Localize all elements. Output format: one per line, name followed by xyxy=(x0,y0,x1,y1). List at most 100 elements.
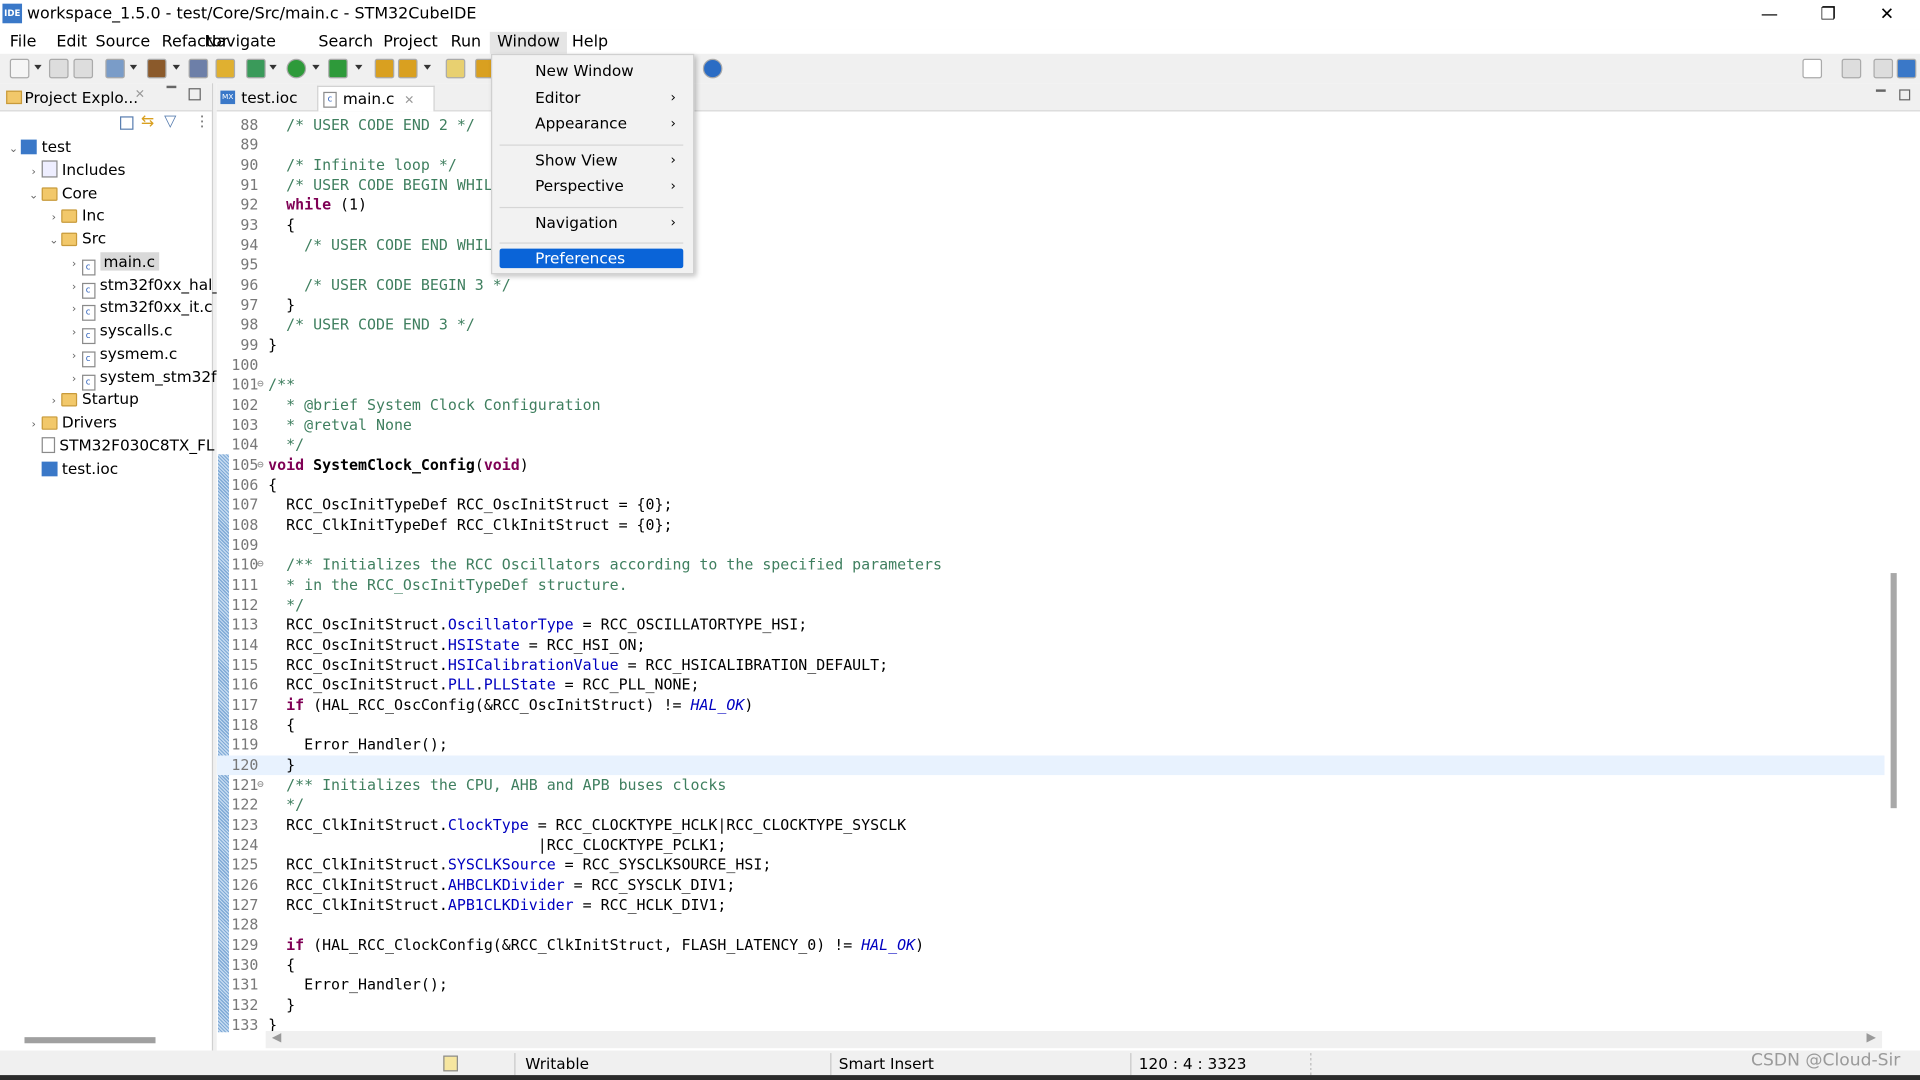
search-icon[interactable] xyxy=(1802,58,1823,79)
code-line[interactable]: 115 RCC_OscInitStruct.HSICalibrationValu… xyxy=(217,655,1885,675)
close-button[interactable]: ✕ xyxy=(1859,2,1915,26)
code-line[interactable]: 127 RCC_ClkInitStruct.APB1CLKDivider = R… xyxy=(217,895,1885,915)
code-line[interactable]: 98 /* USER CODE END 3 */ xyxy=(217,315,1885,335)
code-line[interactable]: 128 xyxy=(217,915,1885,935)
dropdown-arrow-icon[interactable] xyxy=(129,64,138,70)
code-line[interactable]: 111 * in the RCC_OscInitTypeDef structur… xyxy=(217,575,1885,595)
code-line[interactable]: 99} xyxy=(217,335,1885,355)
menu-item-preferences[interactable]: Preferences xyxy=(499,248,684,269)
code-line[interactable]: 97 } xyxy=(217,295,1885,315)
code-line[interactable]: 126 RCC_ClkInitStruct.AHBCLKDivider = RC… xyxy=(217,875,1885,895)
code-line[interactable]: 132 } xyxy=(217,995,1885,1015)
chevron-right-icon[interactable]: › xyxy=(67,276,82,298)
save-icon[interactable] xyxy=(48,58,69,79)
chevron-right-icon[interactable]: › xyxy=(47,391,62,413)
menu-item-editor[interactable]: Editor › xyxy=(500,88,684,108)
code-area[interactable]: 88 /* USER CODE END 2 */89 90 /* Infinite… xyxy=(216,115,1885,1033)
open-perspective-icon[interactable] xyxy=(1841,58,1862,79)
tree-item-stm32f030c8tx-fl[interactable]: STM32F030C8TX_FL xyxy=(26,434,214,456)
fold-toggle-icon[interactable]: ⊖ xyxy=(257,555,264,575)
debug-icon[interactable] xyxy=(246,58,266,79)
menu-window[interactable]: Window xyxy=(489,31,568,54)
fold-toggle-icon[interactable]: ⊖ xyxy=(257,375,264,395)
tree-item-src[interactable]: ⌄ Src xyxy=(47,228,106,250)
menu-item-perspective[interactable]: Perspective › xyxy=(500,176,684,196)
fold-toggle-icon[interactable]: ⊖ xyxy=(257,455,264,475)
tree-item-stm32f0xx-hal-[interactable]: › c stm32f0xx_hal_ xyxy=(67,274,220,299)
editor-horizontal-scrollbar[interactable]: ◀ ▶ xyxy=(265,1031,1883,1049)
code-line[interactable]: 100 xyxy=(217,355,1885,375)
code-line[interactable]: 121 ⊖ /** Initializes the CPU, AHB and AP… xyxy=(217,775,1885,795)
minimize-button[interactable]: — xyxy=(1741,2,1797,26)
scroll-left-icon[interactable]: ◀ xyxy=(272,1031,281,1044)
code-line[interactable]: 114 RCC_OscInitStruct.HSIState = RCC_HSI… xyxy=(217,635,1885,655)
tree-item-syscalls-c[interactable]: › c syscalls.c xyxy=(67,320,172,345)
code-line[interactable]: 120 } xyxy=(216,754,1885,775)
cpp-perspective-icon[interactable] xyxy=(1873,58,1894,79)
tab-main-c[interactable]: c main.c ✕ xyxy=(317,85,435,112)
code-line[interactable]: 103 * @retval None xyxy=(217,415,1885,435)
menu-item-navigation[interactable]: Navigation › xyxy=(500,212,684,232)
save-all-icon[interactable] xyxy=(73,58,94,79)
menu-item-appearance[interactable]: Appearance › xyxy=(500,114,684,134)
tree-item-core[interactable]: ⌄ Core xyxy=(26,182,97,204)
code-line[interactable]: 88 /* USER CODE END 2 */ xyxy=(217,115,1885,135)
code-line[interactable]: 102 * @brief System Clock Configuration xyxy=(217,395,1885,415)
info-icon[interactable] xyxy=(702,58,723,79)
tree-item-test-ioc[interactable]: test.ioc xyxy=(26,457,118,479)
dropdown-arrow-icon[interactable] xyxy=(423,64,432,70)
code-line[interactable]: 108 RCC_ClkInitTypeDef RCC_ClkInitStruct… xyxy=(217,515,1885,535)
dropdown-arrow-icon[interactable] xyxy=(355,64,363,70)
code-line[interactable]: 107 RCC_OscInitTypeDef RCC_OscInitStruct… xyxy=(217,495,1885,515)
maximize-view-icon[interactable] xyxy=(188,88,201,101)
external-tools-icon[interactable] xyxy=(328,58,348,79)
chevron-down-icon[interactable]: ⌄ xyxy=(26,184,41,206)
menu-item-new-window[interactable]: New Window xyxy=(500,61,684,81)
explorer-tab-title[interactable]: Project Explo... xyxy=(24,88,138,106)
new-icon[interactable] xyxy=(9,58,30,79)
menu-project[interactable]: Project xyxy=(376,32,445,54)
scroll-right-icon[interactable]: ▶ xyxy=(1866,1031,1875,1044)
code-line[interactable]: 90 /* Infinite loop */ xyxy=(217,155,1885,175)
menu-source[interactable]: Source xyxy=(88,32,157,54)
open-folder-icon[interactable] xyxy=(374,58,395,79)
minimize-editor-icon[interactable] xyxy=(1875,89,1886,92)
menu-run[interactable]: Run xyxy=(443,32,488,54)
debug-config-icon[interactable] xyxy=(215,58,236,79)
binary-icon[interactable] xyxy=(188,58,209,79)
code-line[interactable]: 122 */ xyxy=(217,795,1885,815)
code-line[interactable]: 93 { xyxy=(217,215,1885,235)
tree-item-stm32f0xx-it-c[interactable]: › c stm32f0xx_it.c xyxy=(67,297,213,322)
menu-file[interactable]: File xyxy=(2,32,43,54)
run-icon[interactable] xyxy=(286,58,307,79)
minimize-view-icon[interactable] xyxy=(166,85,177,90)
code-line[interactable]: 95 xyxy=(217,255,1885,275)
chevron-right-icon[interactable]: › xyxy=(47,207,62,229)
code-line[interactable]: 101 ⊖/** xyxy=(217,375,1885,395)
chevron-right-icon[interactable]: › xyxy=(26,161,41,183)
chevron-right-icon[interactable]: › xyxy=(67,253,82,275)
tree-item-inc[interactable]: › Inc xyxy=(47,205,105,227)
pen-icon[interactable] xyxy=(397,58,418,79)
chevron-right-icon[interactable]: › xyxy=(67,299,82,321)
tree-item-test[interactable]: ⌄ test xyxy=(6,136,71,158)
tree-item-sysmem-c[interactable]: › c sysmem.c xyxy=(67,343,177,368)
collapse-all-icon[interactable] xyxy=(120,116,134,130)
tree-item-includes[interactable]: › Includes xyxy=(26,159,126,183)
vertical-scrollbar[interactable] xyxy=(1890,573,1897,809)
close-icon[interactable]: ✕ xyxy=(135,88,145,101)
tree-item-system-stm32f[interactable]: › c system_stm32f xyxy=(67,366,217,391)
code-line[interactable]: 112 */ xyxy=(217,595,1885,615)
code-line[interactable]: 116 RCC_OscInitStruct.PLL.PLLState = RCC… xyxy=(217,675,1885,695)
dropdown-arrow-icon[interactable] xyxy=(172,64,181,70)
view-menu-icon[interactable]: ⋮ xyxy=(195,113,210,130)
tree-item-startup[interactable]: › Startup xyxy=(47,388,139,410)
code-line[interactable]: 131 Error_Handler(); xyxy=(217,975,1885,995)
dropdown-arrow-icon[interactable] xyxy=(269,64,277,70)
code-line[interactable]: 92 while (1) xyxy=(217,195,1885,215)
fold-toggle-icon[interactable]: ⊖ xyxy=(257,775,264,795)
build-config-icon[interactable] xyxy=(105,58,125,79)
code-line[interactable]: 129 if (HAL_RCC_ClockConfig(&RCC_ClkInit… xyxy=(217,935,1885,955)
menu-help[interactable]: Help xyxy=(564,32,615,54)
chevron-right-icon[interactable]: › xyxy=(26,414,41,436)
